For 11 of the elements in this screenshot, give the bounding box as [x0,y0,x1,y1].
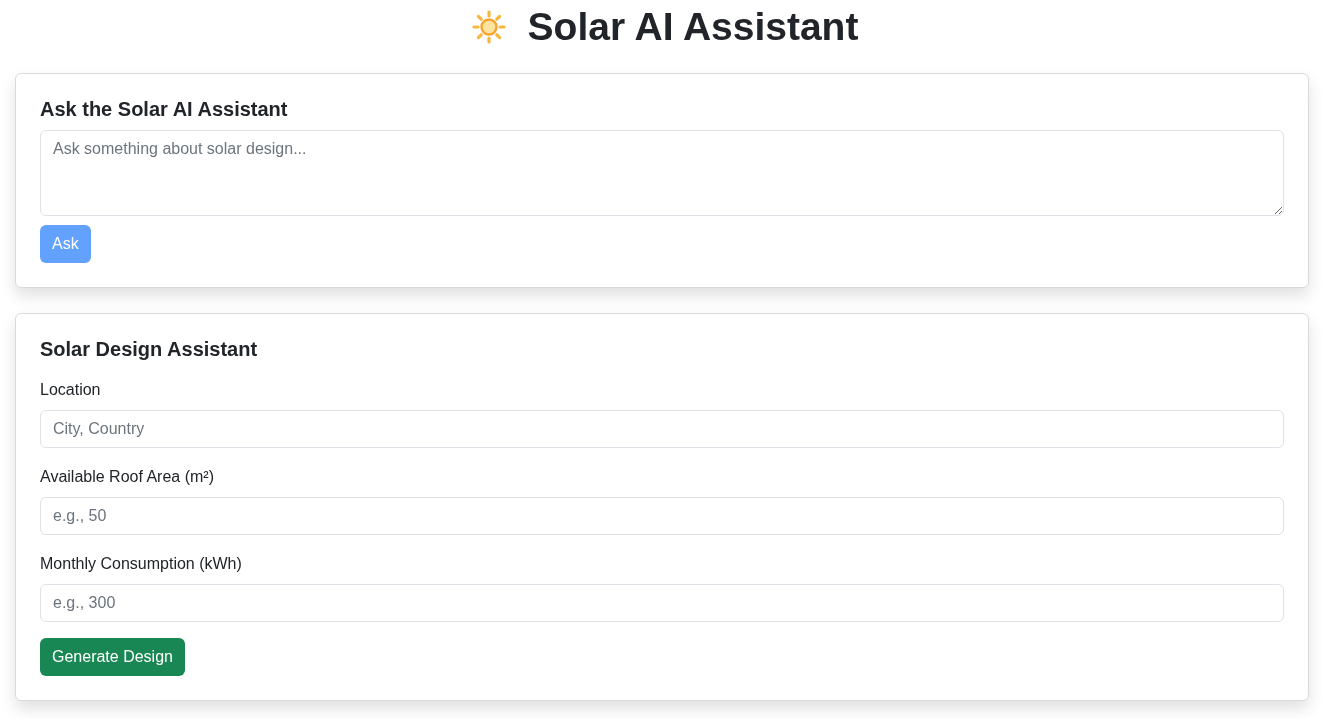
input-field[interactable]: City, Country [40,410,1284,448]
field-label: Monthly Consumption (kWh) [40,554,242,574]
card-heading: Solar Design Assistant [40,337,258,361]
field-label: Location [40,380,101,400]
input-field[interactable]: e.g., 300 [40,584,1284,622]
card-heading: Ask the Solar AI Assistant [40,97,288,121]
field-label: Available Roof Area (m²) [40,467,214,487]
input-field[interactable]: e.g., 50 [40,497,1284,535]
page-title: Solar AI Assistant [527,4,859,50]
question-field[interactable]: Ask something about solar design... [40,130,1284,216]
generate-design-button[interactable]: Generate Design [40,638,185,676]
